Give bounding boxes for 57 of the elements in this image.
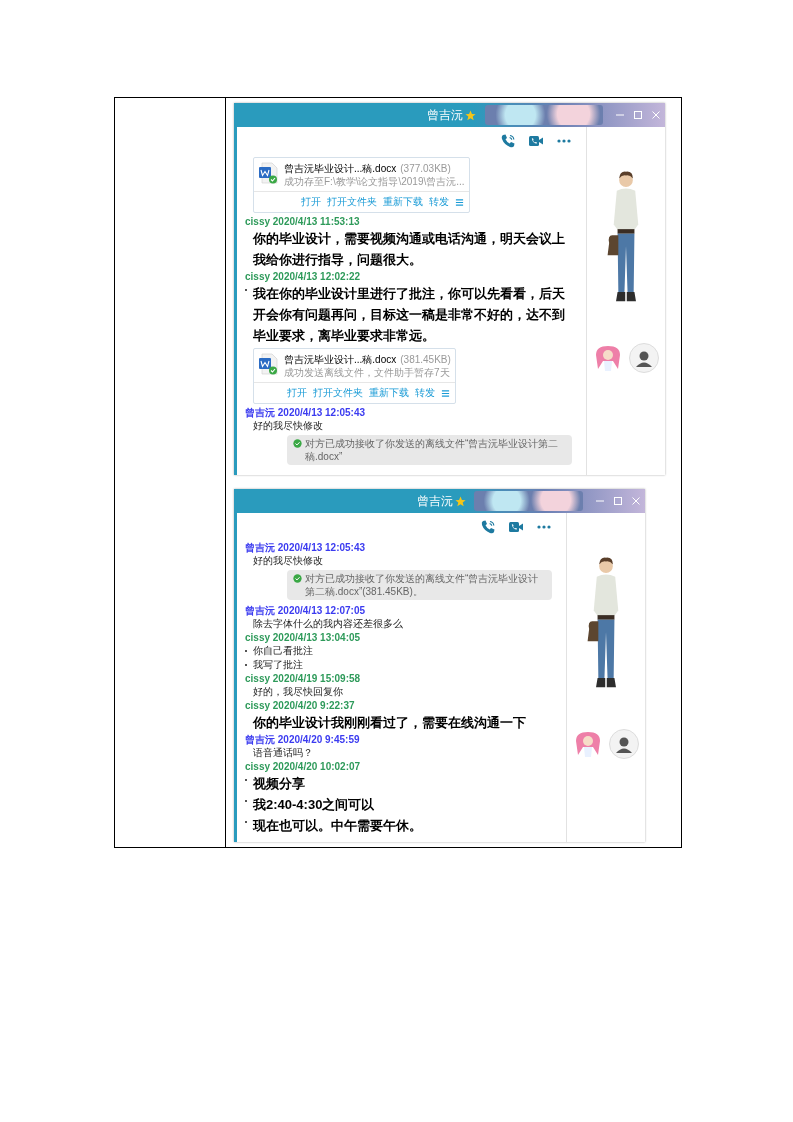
file-name: 曾吉沅毕业设计...稿.docx [284, 353, 397, 366]
file-action-link[interactable]: 打开 [286, 386, 307, 400]
window-title: 曾吉沅 [416, 492, 453, 510]
file-size: (377.03KB) [400, 162, 451, 175]
file-action-link[interactable]: 重新下载 [382, 195, 423, 209]
avatar[interactable] [609, 729, 639, 759]
message-header: cissy 2020/4/13 12:02:22 [245, 270, 361, 283]
message-text: 视频分享 [252, 775, 305, 793]
message-text: 我写了批注 [252, 658, 303, 672]
document-icon [258, 353, 278, 375]
message-text: 好的，我尽快回复你 [252, 685, 343, 699]
menu-icon[interactable] [454, 197, 464, 207]
message-text: 除去字体什么的我内容还差很多么 [252, 617, 403, 631]
check-icon [293, 574, 302, 583]
message-text: 你的毕业设计，需要视频沟通或电话沟通，明天会议上我给你进行指导，问题很大。 [251, 230, 566, 269]
file-action-link[interactable]: 转发 [414, 386, 435, 400]
file-action-link[interactable]: 重新下载 [368, 386, 409, 400]
cartoon-doll-drawing [593, 343, 623, 373]
message-text: 好的我尽快修改 [252, 419, 323, 433]
message-text: 我在你的毕业设计里进行了批注，你可以先看看，后天开会你有问题再问，目标这一稿是非常不好的，达不到毕业要求，离毕业要求非常远。 [252, 285, 566, 345]
message-header: 曾吉沅 2020/4/13 12:05:43 [245, 541, 366, 554]
message-text: 你的毕业设计我刚刚看过了，需要在线沟通一下 [251, 714, 526, 732]
cartoon-doll-drawing [573, 729, 603, 759]
message-header: cissy 2020/4/20 9:22:37 [245, 699, 355, 712]
message-header: 曾吉沅 2020/4/13 12:05:43 [245, 406, 366, 419]
notice-text: 对方已成功接收了你发送的离线文件“曾吉沅毕业设计第二稿.docx”(381.45KB)。 [305, 572, 540, 598]
video-camera-icon[interactable] [528, 133, 544, 149]
message-text: 现在也可以。中午需要午休。 [251, 817, 422, 835]
file-action-link[interactable]: 打开 [300, 195, 321, 209]
message-text: 语音通话吗？ [252, 746, 313, 760]
star-icon [454, 495, 466, 507]
file-name: 曾吉沅毕业设计...稿.docx [284, 162, 397, 175]
star-icon [464, 109, 476, 121]
phone-icon[interactable] [480, 519, 496, 535]
file-size: (381.45KB) [400, 353, 451, 366]
message-header: cissy 2020/4/13 13:04:05 [245, 631, 361, 644]
phone-icon[interactable] [500, 133, 516, 149]
menu-icon[interactable] [440, 388, 450, 398]
video-camera-icon[interactable] [508, 519, 524, 535]
message-header: 曾吉沅 2020/4/13 12:07:05 [245, 604, 366, 617]
message-text: 好的我尽快修改 [252, 554, 323, 568]
file-status: 成功发送离线文件，文件助手暂存7天 [284, 366, 451, 379]
notice-text: 对方已成功接收了你发送的离线文件“曾吉沅毕业设计第二稿.docx” [305, 437, 560, 463]
message-text: 你自己看批注 [252, 644, 313, 658]
file-action-link[interactable]: 转发 [428, 195, 449, 209]
message-header: cissy 2020/4/13 11:53:13 [245, 215, 360, 228]
message-header: 曾吉沅 2020/4/20 9:45:59 [245, 733, 360, 746]
file-action-link[interactable]: 打开文件夹 [312, 386, 363, 400]
message-header: cissy 2020/4/20 10:02:07 [245, 760, 361, 773]
file-action-link[interactable]: 打开文件夹 [326, 195, 377, 209]
avatar[interactable] [629, 343, 659, 373]
document-icon [258, 162, 278, 184]
check-icon [293, 439, 302, 448]
window-title: 曾吉沅 [426, 106, 463, 124]
message-text: 我2:40-4:30之间可以 [252, 796, 375, 814]
message-header: cissy 2020/4/19 15:09:58 [245, 672, 361, 685]
file-status: 成功存至F:\教学\论文指导\2019\曾吉沅... [284, 175, 465, 188]
